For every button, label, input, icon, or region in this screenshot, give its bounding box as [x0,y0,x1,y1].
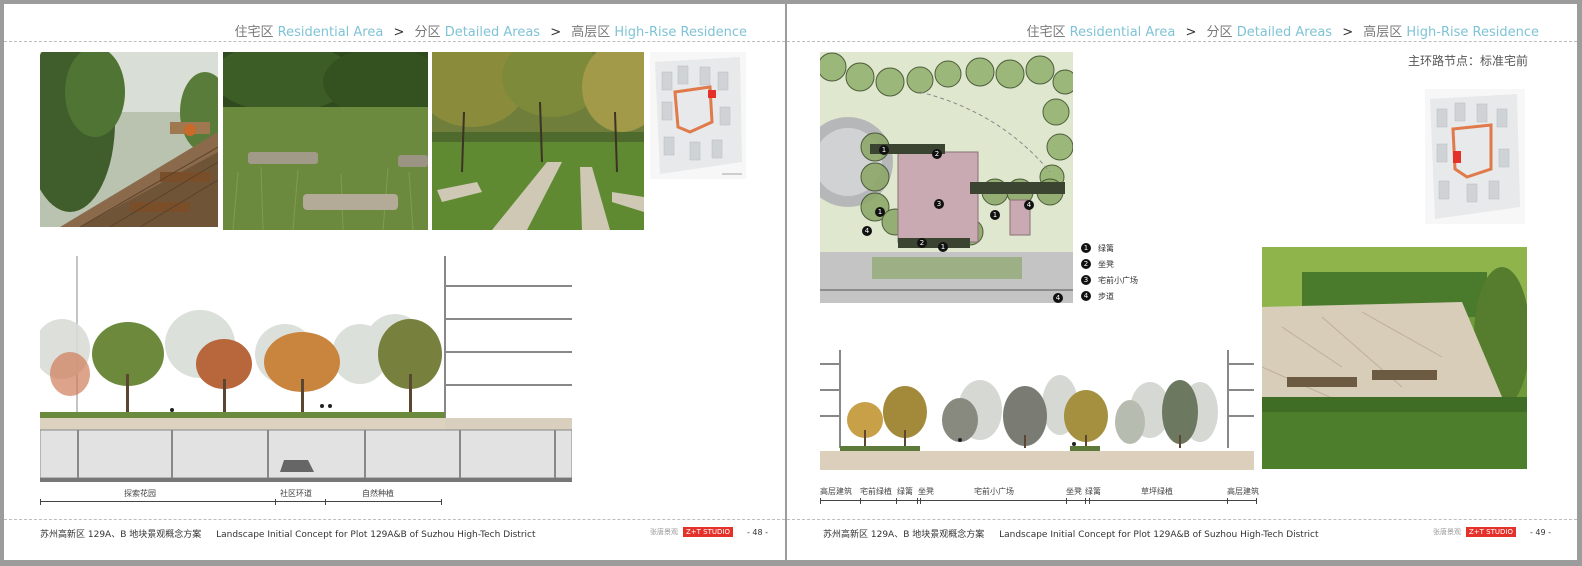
breadcrumb: 住宅区 Residential Area > 分区 Detailed Areas… [1027,21,1539,40]
breadcrumb-highrise-cn: 高层区 [1363,25,1403,40]
dimension-tick [1256,498,1257,504]
breadcrumb-residential-en: Residential Area [1069,25,1176,40]
site-key-map [650,52,746,179]
section-label-lawn-planting: 草坪绿植 [1141,487,1173,496]
section-dimension-line [820,498,1257,504]
brand-mark: 张唐景观 Z+T STUDIO [1433,527,1516,537]
legend-item-hedge: 1 绿篱 [1081,240,1138,256]
breadcrumb-separator: > [393,25,405,40]
dimension-tick [896,498,897,504]
header-divider [787,41,1577,42]
dimension-tick [1227,498,1228,504]
section-label-explore-garden: 探索花园 [124,489,156,498]
dimension-tick [1066,498,1067,504]
legend-item-bench: 2 坐凳 [1081,256,1138,272]
legend-item-plaza: 3 宅前小广场 [1081,272,1138,288]
breadcrumb-highrise-en: High-Rise Residence [1406,25,1539,40]
studio-logo: Z+T STUDIO [1466,527,1516,537]
dimension-tick [820,498,821,504]
left-page: 住宅区 Residential Area > 分区 Detailed Areas… [4,4,785,560]
section-label-plaza: 宅前小广场 [974,487,1014,496]
section-label-hedge: 绿篱 [1085,487,1101,496]
section-label-bench: 坐凳 [918,487,934,496]
section-label-highrise: 高层建筑 [1227,487,1259,496]
footer-title-cn: 苏州高新区 129A、B 地块景观概念方案 [823,530,985,540]
dimension-tick [441,499,442,505]
section-label-front-planting: 宅前绿植 [860,487,892,496]
studio-logo: Z+T STUDIO [683,527,733,537]
plan-legend: 1 绿篱 2 坐凳 3 宅前小广场 4 步道 [1081,240,1138,304]
footer-title: 苏州高新区 129A、B 地块景观概念方案 Landscape Initial … [823,527,1319,540]
dimension-tick [860,498,861,504]
breadcrumb-separator: > [550,25,562,40]
breadcrumb: 住宅区 Residential Area > 分区 Detailed Areas… [235,21,747,40]
dimension-tick [1085,498,1086,504]
breadcrumb-highrise-cn: 高层区 [571,25,611,40]
section-dimension-line [40,499,442,505]
dimension-tick [920,498,921,504]
breadcrumb-residential-cn: 住宅区 [1026,25,1066,40]
page-number: - 49 - [1530,528,1552,537]
header-divider [4,41,785,42]
section-label-highrise: 高层建筑 [820,487,852,496]
site-plan-drawing: 1 2 3 1 1 4 4 2 1 4 [820,52,1073,303]
brand-name: 张唐景观 [650,528,678,536]
section-elevation-left [40,254,572,482]
footer-title: 苏州高新区 129A、B 地块景观概念方案 Landscape Initial … [40,527,536,540]
breadcrumb-detailed-en: Detailed Areas [1236,25,1333,40]
footer-divider [4,519,785,520]
footer-divider [787,519,1577,520]
photo-orchard-path [432,52,644,230]
site-key-map [1425,89,1525,224]
section-elevation-right [820,350,1254,470]
breadcrumb-separator: > [1185,25,1197,40]
legend-item-walkway: 4 步道 [1081,288,1138,304]
breadcrumb-highrise-en: High-Rise Residence [614,25,747,40]
dimension-tick [40,499,41,505]
node-title: 主环路节点：标准宅前 [1407,54,1528,68]
breadcrumb-detailed-cn: 分区 [1206,25,1233,40]
dimension-tick [1089,498,1090,504]
breadcrumb-detailed-en: Detailed Areas [444,25,541,40]
photo-meadow [223,52,428,230]
breadcrumb-separator: > [1342,25,1354,40]
brand-mark: 张唐景观 Z+T STUDIO [650,527,733,537]
section-label-community-loop: 社区环道 [280,489,312,498]
footer-title-en: Landscape Initial Concept for Plot 129A&… [999,530,1319,540]
breadcrumb-residential-en: Residential Area [277,25,384,40]
section-label-natural-planting: 自然种植 [362,489,394,498]
right-page: 住宅区 Residential Area > 分区 Detailed Areas… [787,4,1577,560]
footer-title-en: Landscape Initial Concept for Plot 129A&… [216,530,536,540]
dimension-tick [275,499,276,505]
footer-title-cn: 苏州高新区 129A、B 地块景观概念方案 [40,530,202,540]
photo-hedge-plaza [1262,247,1527,469]
breadcrumb-detailed-cn: 分区 [414,25,441,40]
photo-wooden-deck [40,52,218,227]
breadcrumb-residential-cn: 住宅区 [234,25,274,40]
dimension-tick [917,498,918,504]
section-label-bench: 坐凳 [1066,487,1082,496]
page-number: - 48 - [747,528,769,537]
dimension-tick [325,499,326,505]
section-label-hedge: 绿篱 [897,487,913,496]
brand-name: 张唐景观 [1433,528,1461,536]
